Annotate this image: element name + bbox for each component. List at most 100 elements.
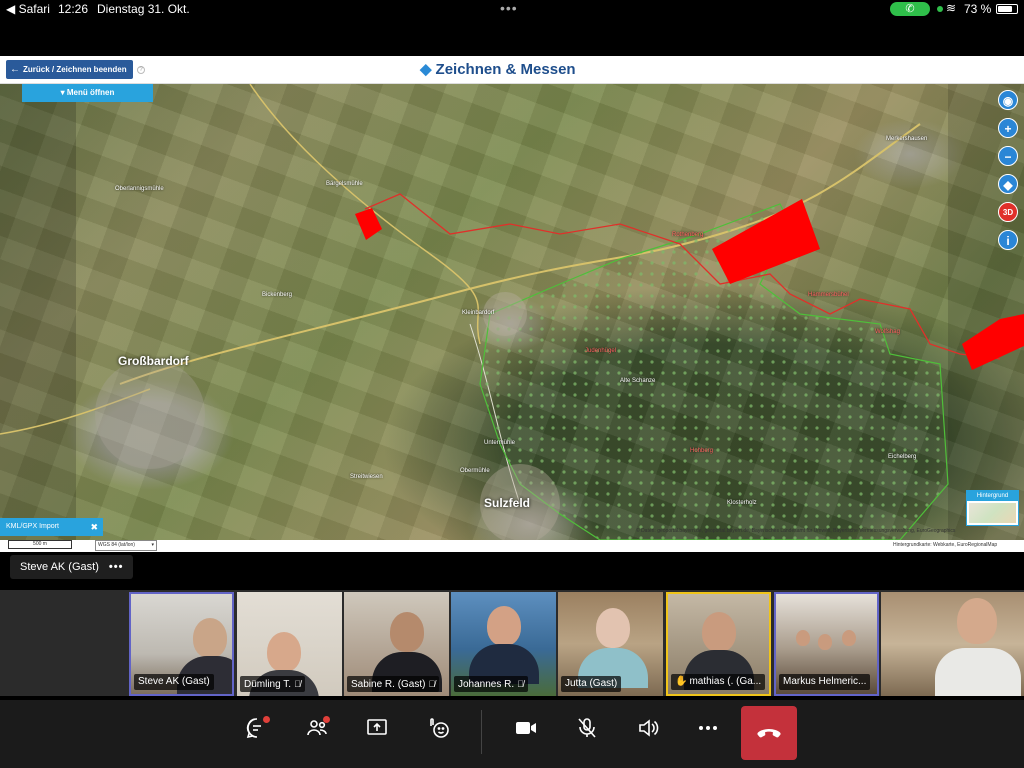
participant-tile[interactable]: Dümling T. 🎙̸ xyxy=(237,592,342,696)
info-icon[interactable]: i xyxy=(998,230,1018,250)
mic-off-icon: 🎙̸ xyxy=(428,679,436,689)
camera-icon[interactable] xyxy=(511,716,541,746)
map-label-merkershausen: Merkershausen xyxy=(886,136,928,142)
mic-off-icon[interactable] xyxy=(572,716,602,746)
participant-name-text: Markus Helmeric... xyxy=(783,676,867,687)
multitasking-dots-icon[interactable]: ••• xyxy=(500,0,518,16)
presenter-name: Steve AK (Gast) xyxy=(20,561,99,573)
locate-icon[interactable]: ◉ xyxy=(998,90,1018,110)
town-area-grossbardorf xyxy=(95,359,205,469)
participant-face xyxy=(957,598,997,644)
presenter-label[interactable]: Steve AK (Gast) ••• xyxy=(10,555,134,579)
participant-face xyxy=(193,618,227,658)
participant-tile[interactable]: Markus Helmeric... xyxy=(774,592,879,696)
battery-percent: 73 % xyxy=(964,2,992,16)
map-label-bickenberg: Bickenberg xyxy=(262,292,293,298)
participant-name-text: Jutta (Gast) xyxy=(565,678,618,689)
menu-open-button[interactable]: ▾ Menü öffnen xyxy=(22,84,153,102)
participant-name: Jutta (Gast) xyxy=(561,676,622,692)
participant-face xyxy=(842,630,856,646)
participant-face xyxy=(818,634,832,650)
participant-face xyxy=(796,630,810,646)
participant-name-text: Sabine R. (Gast) xyxy=(351,679,426,690)
participant-face xyxy=(596,608,630,648)
back-stop-drawing-button[interactable]: ← Zurück / Zeichnen beenden xyxy=(6,60,133,79)
bavaria-home-icon[interactable]: ◆ xyxy=(998,174,1018,194)
participant-tile[interactable] xyxy=(881,592,1024,696)
app-title-text: Zeichnen & Messen xyxy=(435,61,576,78)
map-label-oberlannigsmuehle: Oberlannigsmühle xyxy=(115,186,164,192)
zoom-in-icon[interactable]: + xyxy=(998,118,1018,138)
participant-name-text: Steve AK (Gast) xyxy=(138,676,210,687)
map-overlays xyxy=(0,84,1024,540)
reactions-icon[interactable] xyxy=(424,716,454,746)
participant-tile[interactable]: ✋ mathias (. (Ga... xyxy=(666,592,771,696)
map-view[interactable]: Großbardorf Sulzfeld Kleinbardorf Oberla… xyxy=(0,84,1024,540)
help-icon[interactable]: ? xyxy=(137,66,145,74)
participant-face xyxy=(267,632,301,672)
participant-face xyxy=(702,612,736,652)
map-label-sulzfeld: Sulzfeld xyxy=(484,496,531,510)
participant-face xyxy=(390,612,424,652)
speaker-icon[interactable] xyxy=(633,716,663,746)
share-screen-icon[interactable] xyxy=(362,716,392,746)
participant-tile[interactable]: Steve AK (Gast) xyxy=(129,592,234,696)
notification-badge xyxy=(323,716,330,723)
participant-name-text: Johannes R. xyxy=(458,679,515,690)
scale-bar: 500 m xyxy=(8,540,72,549)
participant-tile[interactable]: Sabine R. (Gast) 🎙̸ xyxy=(344,592,449,696)
participant-name-text: mathias (. (Ga... xyxy=(689,676,762,687)
hang-up-button[interactable] xyxy=(741,706,797,760)
raised-hand-icon: ✋ xyxy=(675,676,688,687)
participant-name-text: Dümling T. xyxy=(244,679,292,690)
map-label-streitwiesen: Streitwiesen xyxy=(350,474,383,480)
background-map-button[interactable]: Hintergrund xyxy=(966,490,1019,526)
mic-off-icon: 🎙̸ xyxy=(294,679,301,689)
meeting-toolbar xyxy=(0,700,1024,768)
crs-select[interactable]: WGS 84 (lat/lon) ▾ xyxy=(95,540,157,551)
participant-name: ✋ mathias (. (Ga... xyxy=(671,674,766,690)
more-icon[interactable] xyxy=(693,716,723,746)
participant-name: Dümling T. 🎙̸ xyxy=(240,676,305,692)
caret-down-icon: ▾ xyxy=(60,88,65,97)
map-label-obermuehle: Obermühle xyxy=(460,468,490,474)
background-map-thumbnail xyxy=(969,503,1016,523)
map-label-judenhuegel: Judenhügel xyxy=(585,348,617,354)
chevron-down-icon: ▾ xyxy=(151,542,154,548)
chat-icon[interactable] xyxy=(242,716,272,746)
map-label-eichelberg: Eichelberg xyxy=(888,454,917,460)
participant-tile[interactable]: Jutta (Gast) xyxy=(558,592,663,696)
kml-import-label: KML/GPX Import xyxy=(6,523,59,530)
map-label-baergelsmuehle: Bärgelsmühle xyxy=(326,181,363,187)
background-map-label: Hintergrund xyxy=(967,491,1018,501)
map-label-rothenberg: Rothenberg xyxy=(672,232,704,238)
menu-open-label: Menü öffnen xyxy=(66,88,115,97)
crs-select-value: WGS 84 (lat/lon) xyxy=(98,542,135,548)
map-label-hammersbuehel: Hammersbühel xyxy=(808,292,849,298)
map-label-klosterholz: Klosterholz xyxy=(727,500,757,506)
more-options-icon[interactable]: ••• xyxy=(109,561,124,573)
participant-name: Sabine R. (Gast) 🎙̸ xyxy=(347,676,440,692)
hang-up-icon xyxy=(757,729,781,738)
participant-body xyxy=(935,648,1021,696)
app-title: ◆ Zeichnen & Messen xyxy=(420,60,576,78)
zoom-out-icon[interactable]: − xyxy=(998,146,1018,166)
participant-name: Johannes R. 🎙̸ xyxy=(454,676,528,692)
bavaria-logo-icon: ◆ xyxy=(420,61,432,78)
3d-view-icon[interactable]: 3D xyxy=(998,202,1018,222)
safari-back-link[interactable]: ◀ Safari xyxy=(6,2,50,16)
participant-tile[interactable]: Johannes R. 🎙̸ xyxy=(451,592,556,696)
kml-import-panel[interactable]: KML/GPX Import ✖ xyxy=(0,518,103,536)
notification-badge xyxy=(263,716,270,723)
teams-ipad-screen: ◀ Safari 12:26 Dienstag 31. Okt. ••• ✆ ≋… xyxy=(0,0,1024,768)
close-icon[interactable]: ✖ xyxy=(90,518,98,536)
red-area-east xyxy=(962,314,1024,370)
camera-in-use-indicator-icon xyxy=(937,6,943,12)
mic-off-icon: 🎙̸ xyxy=(517,679,524,689)
call-indicator-icon[interactable]: ✆ xyxy=(890,2,930,16)
participant-face xyxy=(487,606,521,646)
map-label-grossbardorf: Großbardorf xyxy=(118,354,189,368)
participant-name: Markus Helmeric... xyxy=(779,674,871,690)
people-icon[interactable] xyxy=(302,716,332,746)
arrow-left-icon: ← xyxy=(10,64,20,75)
